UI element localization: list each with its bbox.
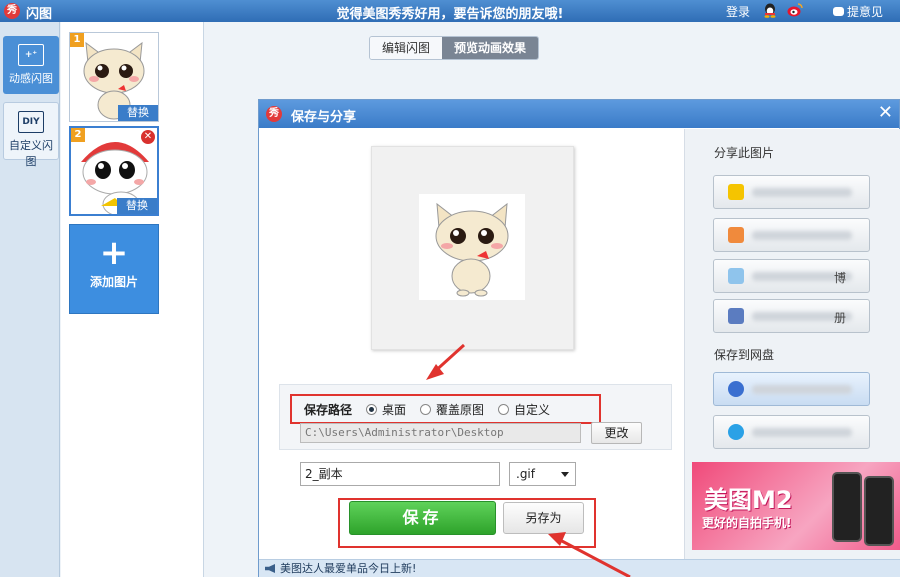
netdisk-heading: 保存到网盘 [714,348,775,362]
chat-bubble-icon [833,7,844,16]
share-label: 博 [834,271,847,285]
weibo-icon [728,268,744,284]
view-tabs: 编辑闪图 预览动画效果 [369,36,540,60]
blurred-label [752,188,852,197]
radio-label: 自定义 [514,402,551,417]
phone-ad-banner[interactable]: 美图M2 更好的自拍手机! [692,462,900,550]
renren-icon [728,227,744,243]
radio-label: 覆盖原图 [436,402,485,417]
cat-sticker-image [419,194,525,300]
close-icon[interactable]: ✕ [878,103,893,123]
tab-edit[interactable]: 编辑闪图 [370,37,443,59]
replace-button[interactable]: 替换 [117,198,157,214]
mode-label: 动感闪图 [9,72,53,85]
share-label: 册 [834,311,847,325]
replace-button[interactable]: 替换 [118,105,158,121]
save-path-panel: 保存路径 桌面 覆盖原图 自定义 C:\Users\Administrator\… [279,384,672,450]
frame-number: 2 [71,128,85,142]
share-qzone-button[interactable] [713,175,870,209]
feedback-label: 提意见 [847,5,884,19]
share-album-button[interactable]: 册 [713,299,870,333]
diy-icon: DIY [18,111,44,133]
feedback-link[interactable]: 提意见 [833,3,883,20]
weibo-icon[interactable] [787,3,803,17]
add-image-label: 添加图片 [89,275,138,289]
radio-overwrite[interactable]: 覆盖原图 [420,401,484,418]
add-image-button[interactable]: + 添加图片 [69,224,159,314]
blurred-label [752,231,852,240]
tab-preview[interactable]: 预览动画效果 [442,37,539,59]
radio-icon [420,403,432,415]
radio-icon [498,403,510,415]
mode-custom-flash[interactable]: DIY 自定义闪图 [3,102,59,168]
chevron-down-icon [561,472,569,477]
remove-frame-icon[interactable]: ✕ [141,130,155,144]
album-icon [728,308,744,324]
radio-label: 桌面 [382,402,407,417]
netdisk-icon [728,381,744,397]
save-path-label: 保存路径 [304,402,353,417]
qzone-icon [728,184,744,200]
netdisk-bird-button[interactable] [713,415,870,449]
filename-input[interactable]: 2_副本 [300,462,500,486]
blurred-label [752,385,852,394]
dialog-title: 保存与分享 [291,110,357,125]
title-bar: 秀 闪图 觉得美图秀秀好用，要告诉您的朋友哦! 登录 提意见 [0,0,900,22]
app-logo-icon: 秀 [266,106,282,122]
share-weibo-button[interactable]: 博 [713,259,870,293]
login-link[interactable]: 登录 [726,3,750,20]
frame-thumbnail-selected[interactable]: 2 ✕ 替换 [69,126,159,216]
netdisk-save-button[interactable] [713,372,870,406]
save-as-button[interactable]: 另存为 [503,502,584,534]
qq-icon[interactable] [763,3,777,18]
format-select[interactable]: .gif [509,462,576,486]
phone-image [832,472,862,542]
radio-selected-icon [366,403,378,415]
radio-desktop[interactable]: 桌面 [366,401,406,418]
plus-icon: + [99,233,129,273]
change-path-button[interactable]: 更改 [591,422,642,444]
speaker-icon [265,564,275,573]
bird-icon [728,424,744,440]
format-value: .gif [516,467,535,481]
radio-custom[interactable]: 自定义 [498,401,550,418]
dialog-title-bar: 秀 保存与分享 ✕ [259,100,899,128]
blurred-label [752,428,852,437]
ad-title: 美图M2 [704,486,793,514]
phone-image [864,476,894,546]
status-text[interactable]: 美图达人最爱单品今日上新! [280,562,416,575]
share-heading: 分享此图片 [714,146,775,160]
share-renren-button[interactable] [713,218,870,252]
frames-panel: 1 替换 2 ✕ 替换 + 添加图片 [61,22,204,577]
save-share-dialog: 秀 保存与分享 ✕ 保存路径 桌面 覆盖原图 自定义 C:\Users\Admi… [258,99,900,577]
share-panel: 分享此图片 博 册 保存到网盘 美图M2 更好的自拍手机! [684,129,900,559]
save-button[interactable]: 保存 [349,501,496,535]
mode-flash-image[interactable]: +⁺ 动感闪图 [3,36,59,94]
frame-number: 1 [70,33,84,47]
frame-thumbnail[interactable]: 1 替换 [69,32,159,122]
preview-frame [371,146,574,350]
mode-label: 自定义闪图 [9,139,53,168]
save-path-options: 保存路径 桌面 覆盖原图 自定义 [290,394,601,424]
flash-image-icon: +⁺ [18,44,44,66]
mode-sidebar: +⁺ 动感闪图 DIY 自定义闪图 [0,22,60,577]
ad-subtitle: 更好的自拍手机! [702,516,792,530]
save-path-input[interactable]: C:\Users\Administrator\Desktop [300,423,581,443]
status-bar: 美图达人最爱单品今日上新! [259,559,900,577]
